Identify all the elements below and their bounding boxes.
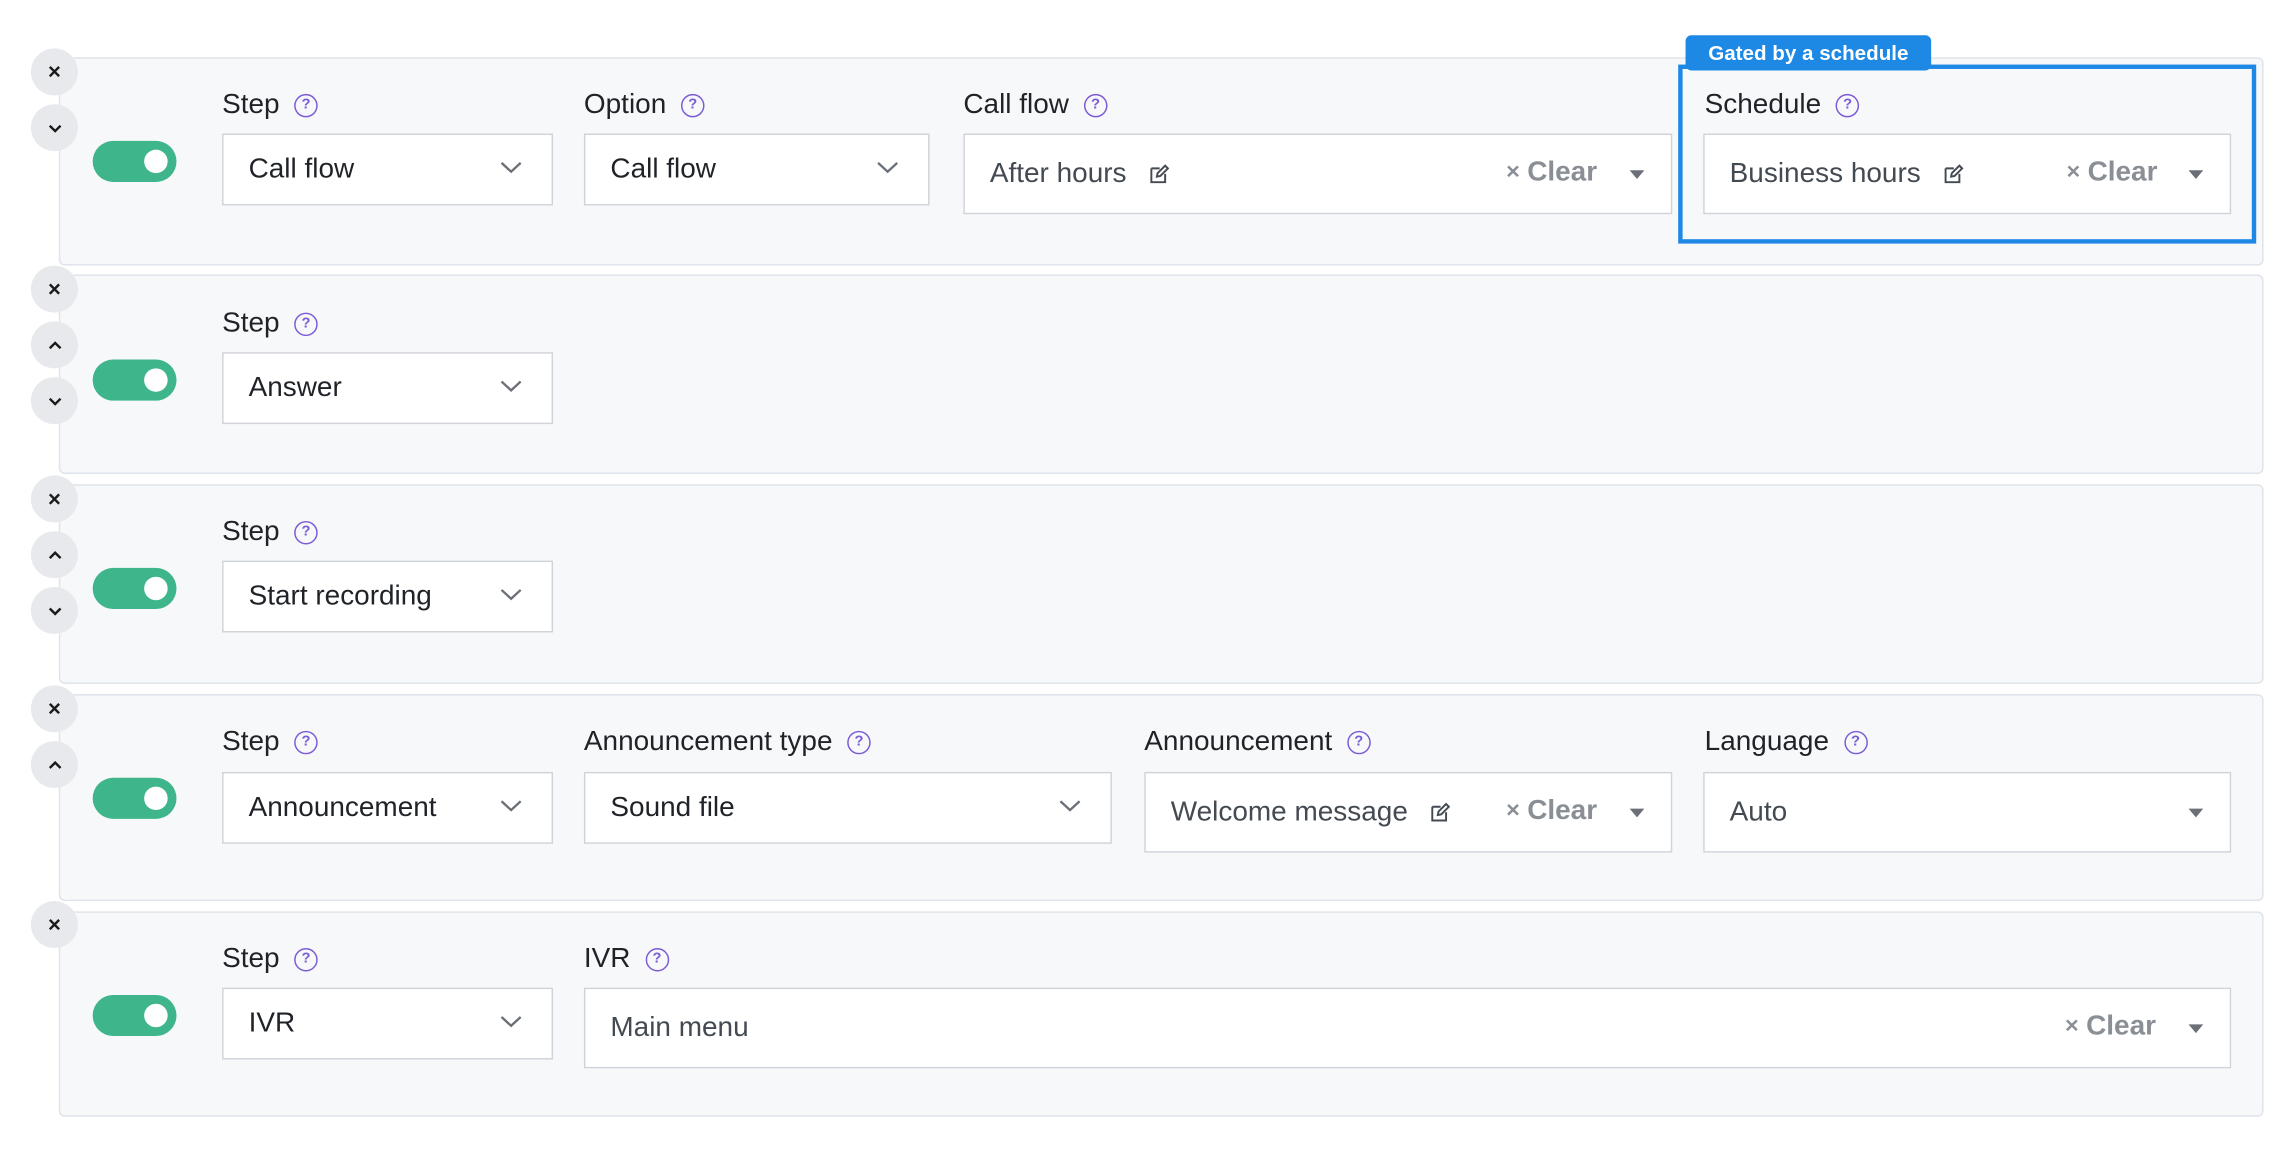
ivr-label: IVR? [584,944,669,976]
chevron-down-icon [877,162,898,174]
step-label: Step? [222,90,318,122]
clear-button[interactable]: × Clear [2065,1011,2156,1043]
option-select[interactable]: Call flow [583,133,930,206]
help-icon[interactable]: ? [645,948,669,972]
schedule-label: Schedule? [1705,90,1860,122]
announcement-combobox[interactable]: Welcome message × Clear [1144,771,1673,853]
chevron-down-icon [500,800,522,812]
clear-button[interactable]: × Clear [1506,157,1597,189]
step-label: Step? [222,944,318,976]
clear-button[interactable]: × Clear [1506,795,1597,827]
caret-down-icon[interactable] [1629,808,1645,818]
clear-button[interactable]: × Clear [2066,157,2157,189]
step-enabled-toggle[interactable] [92,777,177,819]
step-enabled-toggle[interactable] [92,567,177,610]
close-icon: × [2066,159,2081,185]
close-icon: × [47,59,61,85]
close-icon: × [47,486,61,512]
edit-icon[interactable] [1147,163,1170,185]
chevron-down-icon [48,606,61,615]
step-type-select[interactable]: Announcement [222,771,554,844]
language-label: Language? [1705,726,1868,758]
move-down-button[interactable] [30,587,78,634]
chevron-down-icon [500,1016,522,1028]
call-flow-combobox[interactable]: After hours × Clear [963,133,1673,215]
edit-icon[interactable] [1428,801,1451,823]
help-icon[interactable]: ? [294,730,318,755]
close-icon: × [47,912,61,937]
help-icon[interactable]: ? [1835,93,1860,118]
step-enabled-toggle[interactable] [92,359,177,401]
step-enabled-toggle[interactable] [92,994,177,1037]
help-icon[interactable]: ? [1843,730,1868,755]
help-icon[interactable]: ? [294,948,318,972]
step-type-select[interactable]: Answer [222,352,554,425]
close-icon: × [1506,798,1520,824]
caret-down-icon[interactable] [2188,1024,2204,1034]
step-type-select[interactable]: Start recording [222,560,554,633]
caret-down-icon[interactable] [1629,170,1645,180]
step-label: Step? [222,308,318,340]
call-flow-label: Call flow? [963,90,1108,122]
chevron-down-icon [500,589,522,601]
chevron-up-icon [48,760,61,769]
announcement-type-label: Announcement type? [584,726,871,758]
help-icon[interactable]: ? [294,93,318,118]
chevron-down-icon [500,162,522,174]
help-icon[interactable]: ? [294,520,318,545]
remove-step-button[interactable]: × [30,48,78,96]
option-label: Option? [584,90,705,122]
chevron-up-icon [48,550,61,559]
move-up-button[interactable] [30,321,78,369]
announcement-type-select[interactable]: Sound file [583,771,1112,844]
close-icon: × [47,276,61,302]
help-icon[interactable]: ? [680,93,705,118]
chevron-up-icon [48,340,61,349]
announcement-label: Announcement? [1144,726,1371,758]
ivr-combobox[interactable]: Main menu × Clear [583,987,2232,1069]
close-icon: × [2065,1014,2079,1039]
remove-step-button[interactable]: × [30,685,78,733]
caret-down-icon[interactable] [2188,170,2204,180]
remove-step-button[interactable]: × [30,475,78,523]
remove-step-button[interactable]: × [30,901,78,949]
chevron-down-icon [1059,800,1081,812]
help-icon[interactable]: ? [1347,730,1371,755]
step-enabled-toggle[interactable] [92,140,177,182]
chevron-down-icon [500,380,522,392]
step-label: Step? [222,517,318,549]
chevron-down-icon [48,397,61,406]
remove-step-button[interactable]: × [30,265,78,313]
step-type-select[interactable]: IVR [222,987,554,1060]
help-icon[interactable]: ? [294,312,318,337]
close-icon: × [47,696,61,722]
help-icon[interactable]: ? [847,730,871,755]
move-up-button[interactable] [30,741,78,789]
close-icon: × [1506,159,1520,185]
move-up-button[interactable] [30,531,78,579]
language-select[interactable]: Auto [1703,771,2232,853]
caret-down-icon[interactable] [2188,808,2204,818]
move-down-button[interactable] [30,377,78,425]
help-icon[interactable]: ? [1083,93,1108,118]
move-down-button[interactable] [30,104,78,152]
edit-icon[interactable] [1941,163,1964,185]
schedule-combobox[interactable]: Business hours × Clear [1703,133,2232,215]
highlight-badge: Gated by a schedule [1685,35,1932,71]
step-label: Step? [222,726,318,758]
chevron-down-icon [48,124,61,133]
step-type-select[interactable]: Call flow [222,133,554,206]
